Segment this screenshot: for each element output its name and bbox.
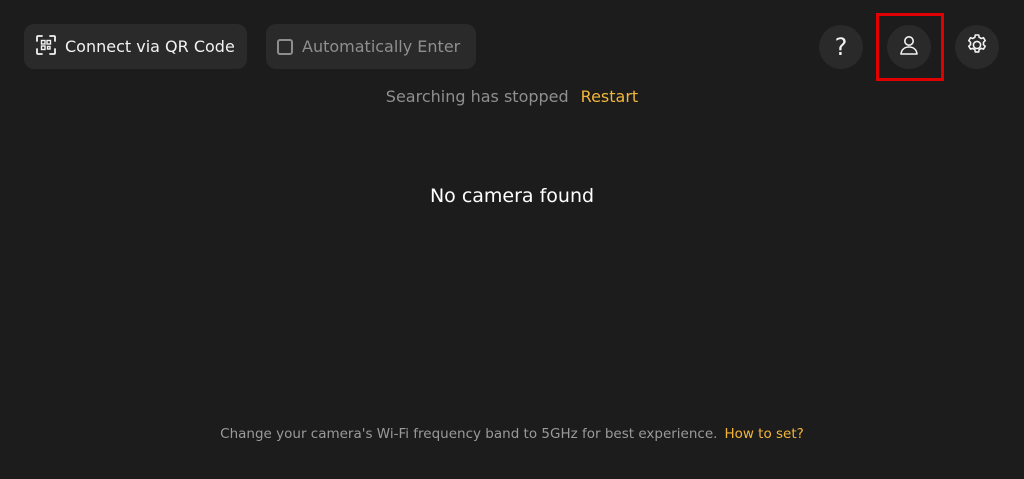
restart-link[interactable]: Restart xyxy=(581,87,639,106)
qr-scan-icon xyxy=(36,34,56,59)
auto-enter-checkbox[interactable] xyxy=(277,38,293,55)
account-button[interactable] xyxy=(887,25,931,69)
settings-button[interactable] xyxy=(955,25,999,69)
connect-qr-button[interactable]: Connect via QR Code xyxy=(24,24,247,69)
empty-state-message: No camera found xyxy=(429,185,595,207)
footer-tip: Change your camera's Wi-Fi frequency ban… xyxy=(0,424,1024,444)
status-text: Searching has stopped xyxy=(385,87,569,106)
gear-icon xyxy=(965,33,989,61)
user-icon xyxy=(898,34,920,60)
search-status: Searching has stopped Restart xyxy=(0,86,1024,108)
auto-enter-label: Automatically Enter xyxy=(302,37,461,56)
connect-qr-label: Connect via QR Code xyxy=(65,37,235,56)
how-to-set-link[interactable]: How to set? xyxy=(724,426,803,442)
footer-tip-text: Change your camera's Wi-Fi frequency ban… xyxy=(220,426,718,442)
question-mark-icon: ? xyxy=(834,33,848,61)
help-button[interactable]: ? xyxy=(819,25,863,69)
auto-enter-toggle[interactable]: Automatically Enter xyxy=(266,24,476,69)
